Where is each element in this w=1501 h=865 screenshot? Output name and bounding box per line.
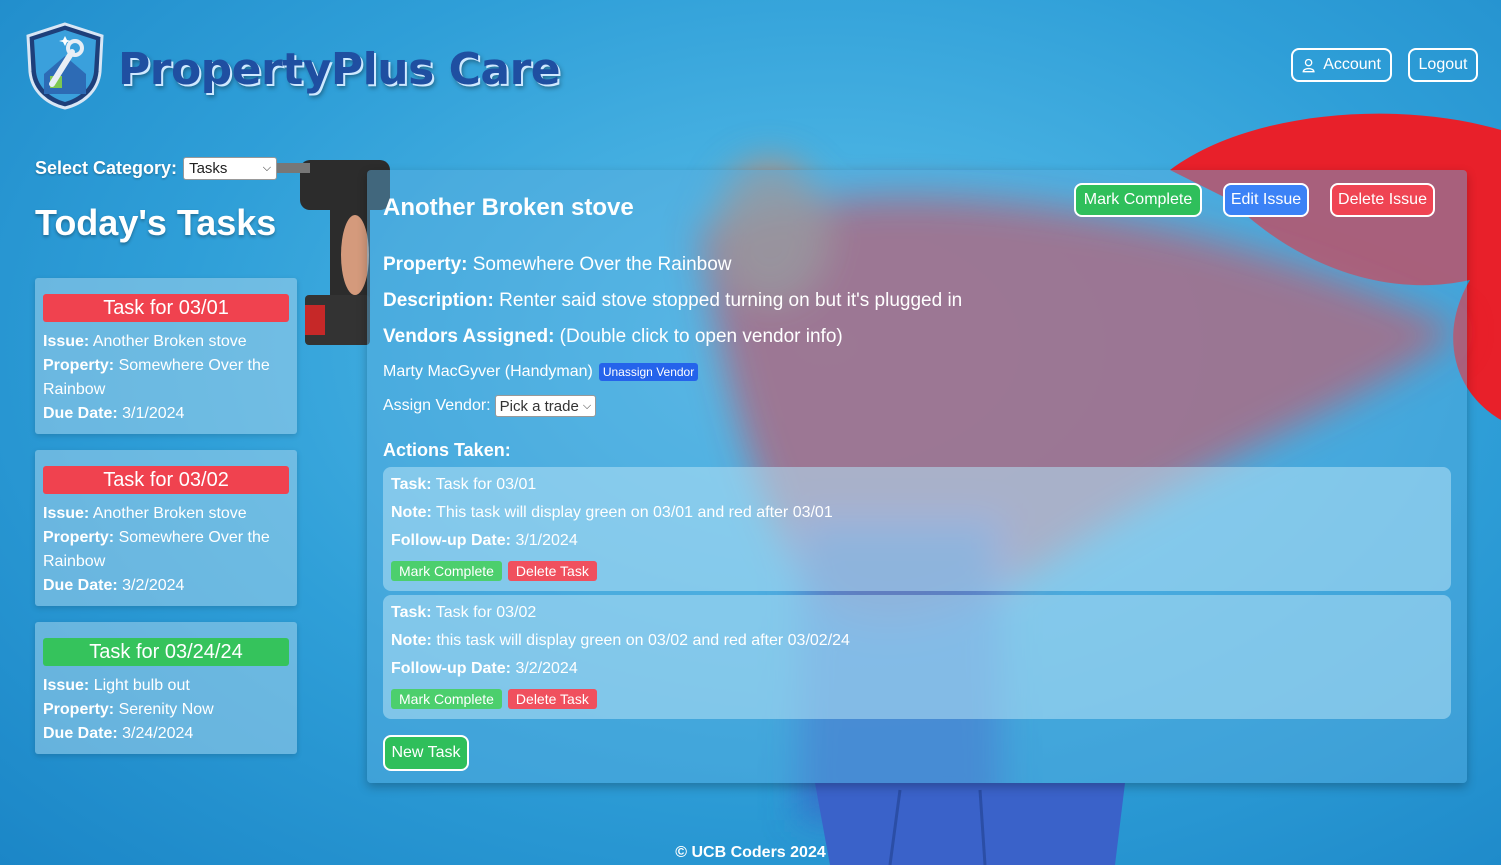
delete-issue-button[interactable]: Delete Issue <box>1330 183 1435 217</box>
vendors-assigned: Vendors Assigned: (Double click to open … <box>383 326 843 347</box>
account-label: Account <box>1323 56 1381 73</box>
account-button[interactable]: Account <box>1291 48 1392 82</box>
task-card-issue: Issue: Another Broken stove <box>43 333 247 350</box>
task-card[interactable]: Task for 03/01 Issue: Another Broken sto… <box>35 278 297 434</box>
site-header: PropertyPlus Care Account Logout <box>24 22 1478 112</box>
todays-tasks-heading: Today's Tasks <box>35 202 277 243</box>
category-label: Select Category: <box>35 158 178 178</box>
action-followup: Follow-up Date: 3/2/2024 <box>391 660 578 677</box>
task-mark-complete-button[interactable]: Mark Complete <box>391 561 502 581</box>
action-task: Task: Task for 03/01 <box>391 476 537 493</box>
vendor-item: Marty MacGyver (Handyman) Unassign Vendo… <box>383 363 699 381</box>
issue-title: Another Broken stove <box>383 194 634 221</box>
task-card-property: Property: Somewhere Over the Rainbow <box>43 529 270 570</box>
action-note: Note: This task will display green on 03… <box>391 504 833 521</box>
mark-complete-button[interactable]: Mark Complete <box>1074 183 1202 217</box>
action-task: Task: Task for 03/02 <box>391 604 537 621</box>
task-card-title: Task for 03/01 <box>43 294 289 322</box>
action-followup: Follow-up Date: 3/1/2024 <box>391 532 578 549</box>
task-card[interactable]: Task for 03/24/24 Issue: Light bulb out … <box>35 622 297 754</box>
edit-issue-button[interactable]: Edit Issue <box>1223 183 1309 217</box>
new-task-button[interactable]: New Task <box>383 735 469 771</box>
task-card-title: Task for 03/02 <box>43 466 289 494</box>
task-card-title: Task for 03/24/24 <box>43 638 289 666</box>
task-card-issue: Issue: Another Broken stove <box>43 505 247 522</box>
action-note: Note: this task will display green on 03… <box>391 632 850 649</box>
assign-vendor-label: Assign Vendor: <box>383 397 491 414</box>
category-select[interactable]: Tasks ⌵ <box>183 157 278 180</box>
chevron-down-icon: ⌵ <box>582 399 592 412</box>
task-card-property: Property: Somewhere Over the Rainbow <box>43 357 270 398</box>
action-item: Task: Task for 03/01 Note: This task wil… <box>383 467 1451 591</box>
task-card-due: Due Date: 3/24/2024 <box>43 725 194 742</box>
task-card-due: Due Date: 3/2/2024 <box>43 577 185 594</box>
issue-property: Property: Somewhere Over the Rainbow <box>383 254 732 275</box>
delete-task-button[interactable]: Delete Task <box>507 689 597 709</box>
brand-title: PropertyPlus Care <box>118 44 561 95</box>
chevron-down-icon: ⌵ <box>262 162 272 174</box>
logout-button[interactable]: Logout <box>1408 48 1478 82</box>
task-mark-complete-button[interactable]: Mark Complete <box>391 689 502 709</box>
trade-select[interactable]: Pick a trade ⌵ <box>494 395 597 417</box>
unassign-vendor-button[interactable]: Unassign Vendor <box>598 363 699 381</box>
footer-copyright: © UCB Coders 2024 <box>675 844 826 861</box>
task-card[interactable]: Task for 03/02 Issue: Another Broken sto… <box>35 450 297 606</box>
category-value: Tasks <box>189 160 228 177</box>
shield-house-wrench-icon <box>26 22 104 110</box>
assign-vendor-row: Assign Vendor: Pick a trade ⌵ <box>383 395 597 417</box>
task-card-property: Property: Serenity Now <box>43 701 214 718</box>
vendor-name[interactable]: Marty MacGyver (Handyman) <box>383 363 593 381</box>
delete-task-button[interactable]: Delete Task <box>507 561 597 581</box>
action-item: Task: Task for 03/02 Note: this task wil… <box>383 595 1451 719</box>
issue-detail-panel: Another Broken stove Mark Complete Edit … <box>367 170 1467 783</box>
category-selector: Select Category: Tasks ⌵ <box>35 157 278 180</box>
task-card-due: Due Date: 3/1/2024 <box>43 405 185 422</box>
issue-description: Description: Renter said stove stopped t… <box>383 290 963 311</box>
trade-select-value: Pick a trade <box>499 397 579 415</box>
user-icon <box>1302 58 1315 72</box>
task-card-issue: Issue: Light bulb out <box>43 677 190 694</box>
actions-heading: Actions Taken: <box>383 440 511 460</box>
